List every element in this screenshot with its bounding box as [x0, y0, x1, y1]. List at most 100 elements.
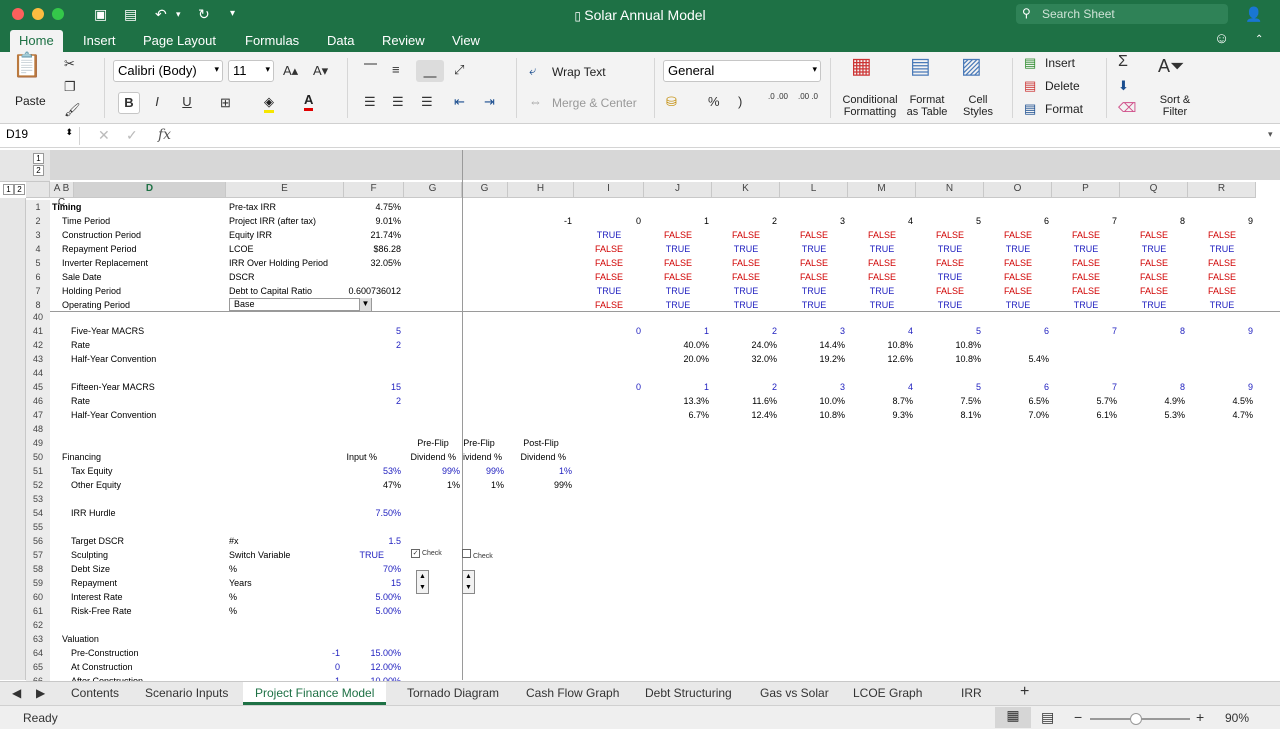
cell[interactable]: 9.3%: [848, 408, 913, 422]
format-painter-icon[interactable]: 🖌: [64, 102, 81, 118]
cell[interactable]: Rate: [71, 338, 211, 352]
align-right-icon[interactable]: ☰: [421, 94, 433, 110]
cell[interactable]: 4.5%: [1188, 394, 1253, 408]
tab-formulas[interactable]: Formulas: [245, 33, 299, 48]
cell[interactable]: FALSE: [848, 256, 916, 270]
cell[interactable]: TRUE: [984, 242, 1052, 256]
row-header[interactable]: 64: [26, 646, 50, 660]
cell[interactable]: 6: [984, 380, 1049, 394]
cell[interactable]: 5: [916, 380, 981, 394]
cell[interactable]: FALSE: [1120, 256, 1188, 270]
cell[interactable]: FALSE: [780, 270, 848, 284]
cell[interactable]: Years: [229, 576, 339, 590]
cell[interactable]: 99%: [404, 464, 460, 478]
clear-icon[interactable]: ⌫: [1118, 100, 1136, 116]
decrease-indent-icon[interactable]: ⇤: [454, 94, 465, 110]
cell[interactable]: Post-Flip: [508, 436, 574, 450]
cell[interactable]: #x: [229, 534, 339, 548]
sheet-tab-gas-vs-solar[interactable]: Gas vs Solar: [760, 686, 829, 700]
cell[interactable]: 32.0%: [712, 352, 777, 366]
cell[interactable]: 4: [848, 214, 913, 228]
row-header[interactable]: 4: [26, 242, 50, 256]
cell[interactable]: DSCR: [229, 270, 339, 284]
format-cells-button[interactable]: Format: [1045, 102, 1083, 116]
column-header[interactable]: J: [644, 182, 712, 198]
cell[interactable]: Inverter Replacement: [62, 256, 202, 270]
cell[interactable]: 2: [712, 214, 777, 228]
row-header[interactable]: 54: [26, 506, 50, 520]
cell[interactable]: 4.75%: [344, 200, 401, 214]
cell[interactable]: FALSE: [780, 256, 848, 270]
prev-sheet-icon[interactable]: ◀: [12, 686, 21, 700]
align-center-icon[interactable]: ☰: [392, 94, 404, 110]
row-header[interactable]: 53: [26, 492, 50, 506]
cell[interactable]: 8.1%: [916, 408, 981, 422]
cell[interactable]: %: [229, 604, 339, 618]
cell[interactable]: 32.05%: [344, 256, 401, 270]
cell[interactable]: 10.8%: [848, 338, 913, 352]
wrap-text-button[interactable]: Wrap Text: [552, 65, 606, 79]
cell[interactable]: FALSE: [1188, 256, 1256, 270]
cell[interactable]: Operating Period: [62, 298, 202, 312]
align-bottom-icon[interactable]: ⎽: [416, 60, 444, 82]
font-color-icon[interactable]: A: [304, 92, 314, 111]
sculpting-checkbox-1[interactable]: ✓ Check: [411, 549, 442, 558]
cell[interactable]: FALSE: [1052, 270, 1120, 284]
cell[interactable]: TRUE: [916, 298, 984, 312]
cell[interactable]: FALSE: [1052, 228, 1120, 242]
row-header[interactable]: 2: [26, 214, 50, 228]
cell[interactable]: Five-Year MACRS: [71, 324, 211, 338]
cell[interactable]: 11.6%: [712, 394, 777, 408]
cell[interactable]: 2: [712, 324, 777, 338]
cell[interactable]: TRUE: [984, 298, 1052, 312]
cell[interactable]: Sale Date: [62, 270, 202, 284]
cell[interactable]: FALSE: [984, 270, 1052, 284]
cell[interactable]: FALSE: [780, 228, 848, 242]
cell[interactable]: 2: [344, 394, 401, 408]
cancel-icon[interactable]: ✕: [98, 127, 110, 144]
sheet-tab-contents[interactable]: Contents: [71, 686, 119, 700]
sheet-tab-scenario-inputs[interactable]: Scenario Inputs: [145, 686, 228, 700]
font-size-select[interactable]: 11 ▾: [228, 60, 274, 82]
row-header[interactable]: 5: [26, 256, 50, 270]
cell[interactable]: Interest Rate: [71, 590, 211, 604]
cell[interactable]: Fifteen-Year MACRS: [71, 380, 211, 394]
cell[interactable]: TRUE: [1120, 242, 1188, 256]
cell[interactable]: 99%: [462, 464, 504, 478]
normal-view-icon[interactable]: ▦: [995, 707, 1031, 728]
cell[interactable]: TRUE: [712, 284, 780, 298]
cell[interactable]: 7.5%: [916, 394, 981, 408]
scenario-dropdown[interactable]: Base ▼: [229, 298, 372, 311]
cell[interactable]: FALSE: [1120, 228, 1188, 242]
italic-button[interactable]: I: [146, 92, 168, 114]
column-header[interactable]: G: [404, 182, 462, 198]
cell[interactable]: Other Equity: [71, 478, 211, 492]
cut-icon[interactable]: ✂: [64, 56, 75, 72]
cell[interactable]: FALSE: [712, 270, 780, 284]
cell[interactable]: Project IRR (after tax): [229, 214, 339, 228]
row-header[interactable]: 65: [26, 660, 50, 674]
cell[interactable]: 6: [984, 214, 1049, 228]
autosum-icon[interactable]: Σ: [1118, 54, 1128, 70]
cell[interactable]: 3: [780, 214, 845, 228]
sheet-tab-irr[interactable]: IRR: [961, 686, 982, 700]
align-left-icon[interactable]: ☰: [364, 94, 376, 110]
cell[interactable]: 40.0%: [644, 338, 709, 352]
cell[interactable]: FALSE: [984, 228, 1052, 242]
cell[interactable]: Repayment Period: [62, 242, 202, 256]
cell[interactable]: Holding Period: [62, 284, 202, 298]
cell[interactable]: Pre-Flip: [404, 436, 462, 450]
cell[interactable]: Construction Period: [62, 228, 202, 242]
paste-button[interactable]: Paste: [15, 94, 46, 108]
increase-decimal-button[interactable]: .0 .00: [766, 92, 790, 101]
row-header[interactable]: 60: [26, 590, 50, 604]
row-header[interactable]: 48: [26, 422, 50, 436]
cell[interactable]: 15: [344, 380, 401, 394]
cell[interactable]: 1%: [508, 464, 572, 478]
cell[interactable]: 19.2%: [780, 352, 845, 366]
cell[interactable]: TRUE: [1188, 298, 1256, 312]
sheet-tab-debt-structuring[interactable]: Debt Structuring: [645, 686, 732, 700]
row-header[interactable]: 47: [26, 408, 50, 422]
cell[interactable]: 1%: [462, 478, 504, 492]
formula-input[interactable]: [184, 127, 1264, 145]
